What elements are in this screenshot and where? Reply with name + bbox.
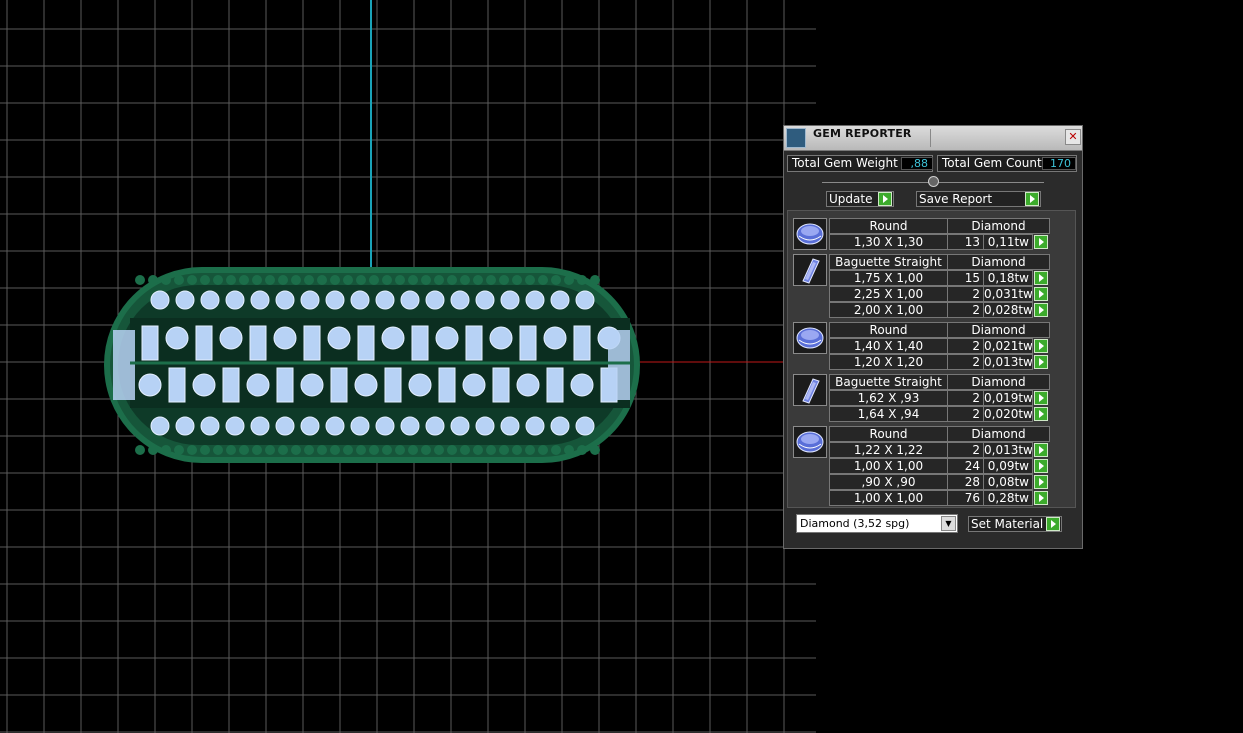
select-gems-arrow-icon[interactable] (1034, 475, 1048, 489)
gem-count-cell: 15 (947, 270, 984, 286)
gem-size-cell: 1,20 X 1,20 (829, 354, 948, 370)
gem-reporter-panel: GEM REPORTER ✕ Total Gem Weight ,88 Tota… (783, 125, 1083, 549)
gem-weight-cell: 0,09tw (983, 458, 1033, 474)
gem-shape-label: Round (829, 426, 948, 442)
select-gems-arrow-icon[interactable] (1034, 459, 1048, 473)
baguette-gem-icon (793, 254, 827, 286)
slider-handle[interactable] (928, 176, 939, 187)
total-gem-count-value: 170 (1042, 157, 1076, 170)
update-button[interactable]: Update (826, 191, 894, 207)
gem-weight-cell: 0,11tw (983, 234, 1033, 250)
viewport-canvas[interactable] (0, 0, 816, 733)
gem-weight-cell: 0,08tw (983, 474, 1033, 490)
gem-shape-label: Baguette Straight (829, 254, 948, 270)
gem-count-cell: 2 (947, 338, 984, 354)
gem-size-cell: 1,40 X 1,40 (829, 338, 948, 354)
set-material-label: Set Material (971, 517, 1044, 531)
save-report-arrow-icon[interactable] (1025, 192, 1039, 206)
material-select-value: Diamond (3,52 spg) (800, 517, 910, 530)
gem-reporter-icon (786, 128, 806, 148)
gem-count-cell: 2 (947, 442, 984, 458)
material-select[interactable]: Diamond (3,52 spg) ▼ (796, 514, 958, 533)
gem-size-cell: 2,25 X 1,00 (829, 286, 948, 302)
gem-material-label: Diamond (947, 426, 1050, 442)
select-gems-arrow-icon[interactable] (1034, 287, 1048, 301)
gem-size-cell: 2,00 X 1,00 (829, 302, 948, 318)
select-gems-arrow-icon[interactable] (1034, 271, 1048, 285)
gem-material-label: Diamond (947, 254, 1050, 270)
gem-weight-cell: 0,18tw (983, 270, 1033, 286)
total-gem-weight-box: Total Gem Weight ,88 (787, 155, 933, 172)
ring-model[interactable] (104, 267, 640, 463)
gem-weight-cell: 0,028tw (983, 302, 1033, 318)
gem-shape-label: Round (829, 218, 948, 234)
gem-count-cell: 2 (947, 302, 984, 318)
gem-shape-label: Baguette Straight (829, 374, 948, 390)
gem-count-cell: 2 (947, 406, 984, 422)
close-button[interactable]: ✕ (1065, 129, 1081, 145)
save-report-button[interactable]: Save Report (916, 191, 1041, 207)
gem-count-cell: 24 (947, 458, 984, 474)
gem-weight-cell: 0,019tw (983, 390, 1033, 406)
gem-weight-cell: 0,020tw (983, 406, 1033, 422)
total-gem-weight-value: ,88 (901, 157, 933, 170)
gem-size-cell: 1,64 X ,94 (829, 406, 948, 422)
gem-size-cell: 1,22 X 1,22 (829, 442, 948, 458)
gem-weight-cell: 0,031tw (983, 286, 1033, 302)
update-arrow-icon[interactable] (878, 192, 892, 206)
gem-count-cell: 28 (947, 474, 984, 490)
select-gems-arrow-icon[interactable] (1034, 355, 1048, 369)
select-gems-arrow-icon[interactable] (1034, 407, 1048, 421)
set-material-arrow-icon[interactable] (1046, 517, 1060, 531)
baguette-gem-icon (793, 374, 827, 406)
gem-count-cell: 2 (947, 286, 984, 302)
gem-size-cell: 1,00 X 1,00 (829, 458, 948, 474)
3d-viewport[interactable] (0, 0, 816, 733)
gem-weight-cell: 0,013tw (983, 354, 1033, 370)
chevron-down-icon[interactable]: ▼ (941, 516, 956, 531)
gem-size-cell: 1,75 X 1,00 (829, 270, 948, 286)
update-label: Update (829, 192, 873, 206)
title-separator (930, 129, 931, 147)
panel-titlebar[interactable]: GEM REPORTER ✕ (784, 126, 1082, 151)
gem-size-cell: 1,62 X ,93 (829, 390, 948, 406)
gem-size-cell: 1,30 X 1,30 (829, 234, 948, 250)
total-gem-weight-label: Total Gem Weight (792, 156, 898, 170)
gem-weight-cell: 0,021tw (983, 338, 1033, 354)
total-gem-count-label: Total Gem Count (942, 156, 1042, 170)
gem-size-cell: ,90 X ,90 (829, 474, 948, 490)
select-gems-arrow-icon[interactable] (1034, 491, 1048, 505)
select-gems-arrow-icon[interactable] (1034, 391, 1048, 405)
gem-material-label: Diamond (947, 218, 1050, 234)
gem-material-label: Diamond (947, 322, 1050, 338)
gem-weight-cell: 0,28tw (983, 490, 1033, 506)
gem-count-cell: 76 (947, 490, 984, 506)
gem-weight-cell: 0,013tw (983, 442, 1033, 458)
round-gem-icon (793, 218, 827, 250)
gem-list: Round Diamond 1,30 X 1,30 13 0,11tw Baguette … (787, 210, 1076, 508)
set-material-button[interactable]: Set Material (968, 516, 1062, 532)
gem-material-label: Diamond (947, 374, 1050, 390)
gem-count-cell: 2 (947, 354, 984, 370)
gem-count-cell: 13 (947, 234, 984, 250)
select-gems-arrow-icon[interactable] (1034, 235, 1048, 249)
round-gem-icon (793, 322, 827, 354)
save-report-label: Save Report (919, 192, 993, 206)
select-gems-arrow-icon[interactable] (1034, 339, 1048, 353)
panel-title: GEM REPORTER (813, 127, 912, 140)
gem-shape-label: Round (829, 322, 948, 338)
select-gems-arrow-icon[interactable] (1034, 303, 1048, 317)
gem-count-cell: 2 (947, 390, 984, 406)
round-gem-icon (793, 426, 827, 458)
select-gems-arrow-icon[interactable] (1034, 443, 1048, 457)
total-gem-count-box: Total Gem Count 170 (937, 155, 1077, 172)
gem-size-cell: 1,00 X 1,00 (829, 490, 948, 506)
